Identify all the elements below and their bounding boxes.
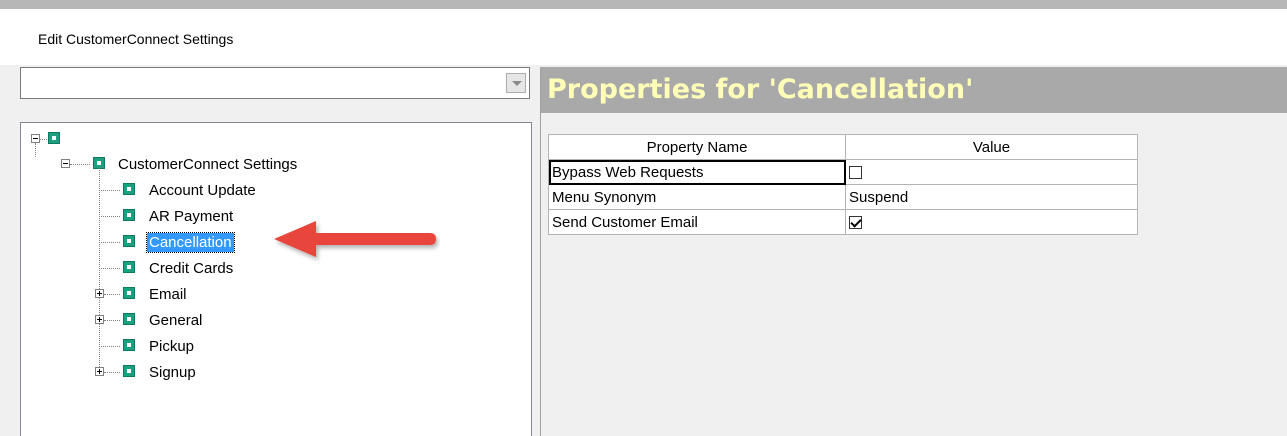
red-arrow-icon: [274, 221, 436, 257]
tree-item-cancellation[interactable]: Cancellation: [95, 232, 295, 254]
tree-connector: [99, 346, 120, 347]
tree-item-label: Account Update: [149, 182, 256, 199]
tree-item-signup[interactable]: Signup: [95, 362, 295, 384]
node-icon: [123, 287, 135, 299]
properties-header: Properties for 'Cancellation': [541, 67, 1287, 113]
property-value-cell[interactable]: Suspend: [845, 184, 1138, 210]
tree-item-account-update[interactable]: Account Update: [95, 180, 295, 202]
collapse-icon[interactable]: [61, 159, 70, 168]
tree-item-label: Pickup: [149, 338, 195, 355]
tree-connector: [104, 320, 120, 321]
tree-item-pickup[interactable]: Pickup: [95, 336, 295, 358]
tree-item-label: Email: [149, 286, 187, 303]
tree-item-ar-payment[interactable]: AR Payment: [95, 206, 295, 228]
tree-node-label: CustomerConnect Settings: [118, 156, 298, 173]
properties-title: Properties for 'Cancellation': [547, 74, 974, 105]
column-header-value[interactable]: Value: [845, 134, 1138, 160]
tree-connector: [99, 242, 120, 243]
property-value-cell[interactable]: [845, 209, 1138, 235]
checkbox-unchecked[interactable]: [849, 166, 862, 180]
collapse-icon[interactable]: [31, 134, 40, 143]
tree-connector: [99, 190, 120, 191]
properties-panel: Properties for 'Cancellation' Property N…: [540, 67, 1287, 436]
property-row[interactable]: Send Customer Email: [548, 209, 1138, 235]
node-icon: [123, 365, 135, 377]
left-edge: [0, 65, 8, 436]
property-row[interactable]: Menu Synonym Suspend: [548, 184, 1138, 210]
tree-item-label: General: [149, 312, 203, 329]
node-icon: [123, 313, 135, 325]
settings-tree[interactable]: CustomerConnect Settings Account Update A…: [20, 122, 532, 436]
combo-dropdown-button[interactable]: [506, 73, 526, 93]
node-icon: [48, 132, 60, 144]
tree-item-label: Signup: [149, 364, 196, 381]
property-grid[interactable]: Property Name Value Bypass Web Requests M…: [548, 134, 1138, 235]
node-icon: [123, 209, 135, 221]
tree-item-label: AR Payment: [149, 208, 234, 225]
tree-connector: [104, 294, 120, 295]
title-bar: Edit CustomerConnect Settings: [0, 9, 1287, 65]
tree-item-credit-cards[interactable]: Credit Cards: [95, 258, 295, 280]
tree-connector: [70, 164, 90, 165]
property-name-cell[interactable]: Bypass Web Requests: [548, 159, 846, 185]
tree-item-email[interactable]: Email: [95, 284, 295, 306]
tree-item-label: Cancellation: [146, 232, 235, 253]
tree-connector: [99, 268, 120, 269]
expand-icon[interactable]: [95, 289, 104, 298]
checkbox-checked[interactable]: [849, 216, 862, 230]
node-icon: [123, 235, 135, 247]
tree-node-customerconnect-settings[interactable]: CustomerConnect Settings: [61, 154, 361, 176]
filter-combo[interactable]: [20, 67, 530, 99]
column-header-property-name[interactable]: Property Name: [548, 134, 846, 160]
expand-icon[interactable]: [95, 367, 104, 376]
tree-item-general[interactable]: General: [95, 310, 295, 332]
tree-connector: [40, 139, 47, 140]
property-name-cell[interactable]: Menu Synonym: [548, 184, 846, 210]
property-value-text: Suspend: [849, 188, 909, 206]
chevron-down-icon: [512, 81, 522, 86]
expand-icon[interactable]: [95, 315, 104, 324]
property-row[interactable]: Bypass Web Requests: [548, 159, 1138, 185]
splitter[interactable]: [532, 67, 540, 436]
tree-item-label: Credit Cards: [149, 260, 234, 277]
tree-connector: [104, 372, 120, 373]
node-icon: [123, 339, 135, 351]
node-icon: [123, 183, 135, 195]
tree-connector: [99, 216, 120, 217]
node-icon: [123, 261, 135, 273]
window-title: Edit CustomerConnect Settings: [38, 31, 234, 47]
window-top-border: [0, 0, 1287, 9]
tree-connector: [35, 143, 36, 157]
property-name-cell[interactable]: Send Customer Email: [548, 209, 846, 235]
property-value-cell[interactable]: [845, 159, 1138, 185]
